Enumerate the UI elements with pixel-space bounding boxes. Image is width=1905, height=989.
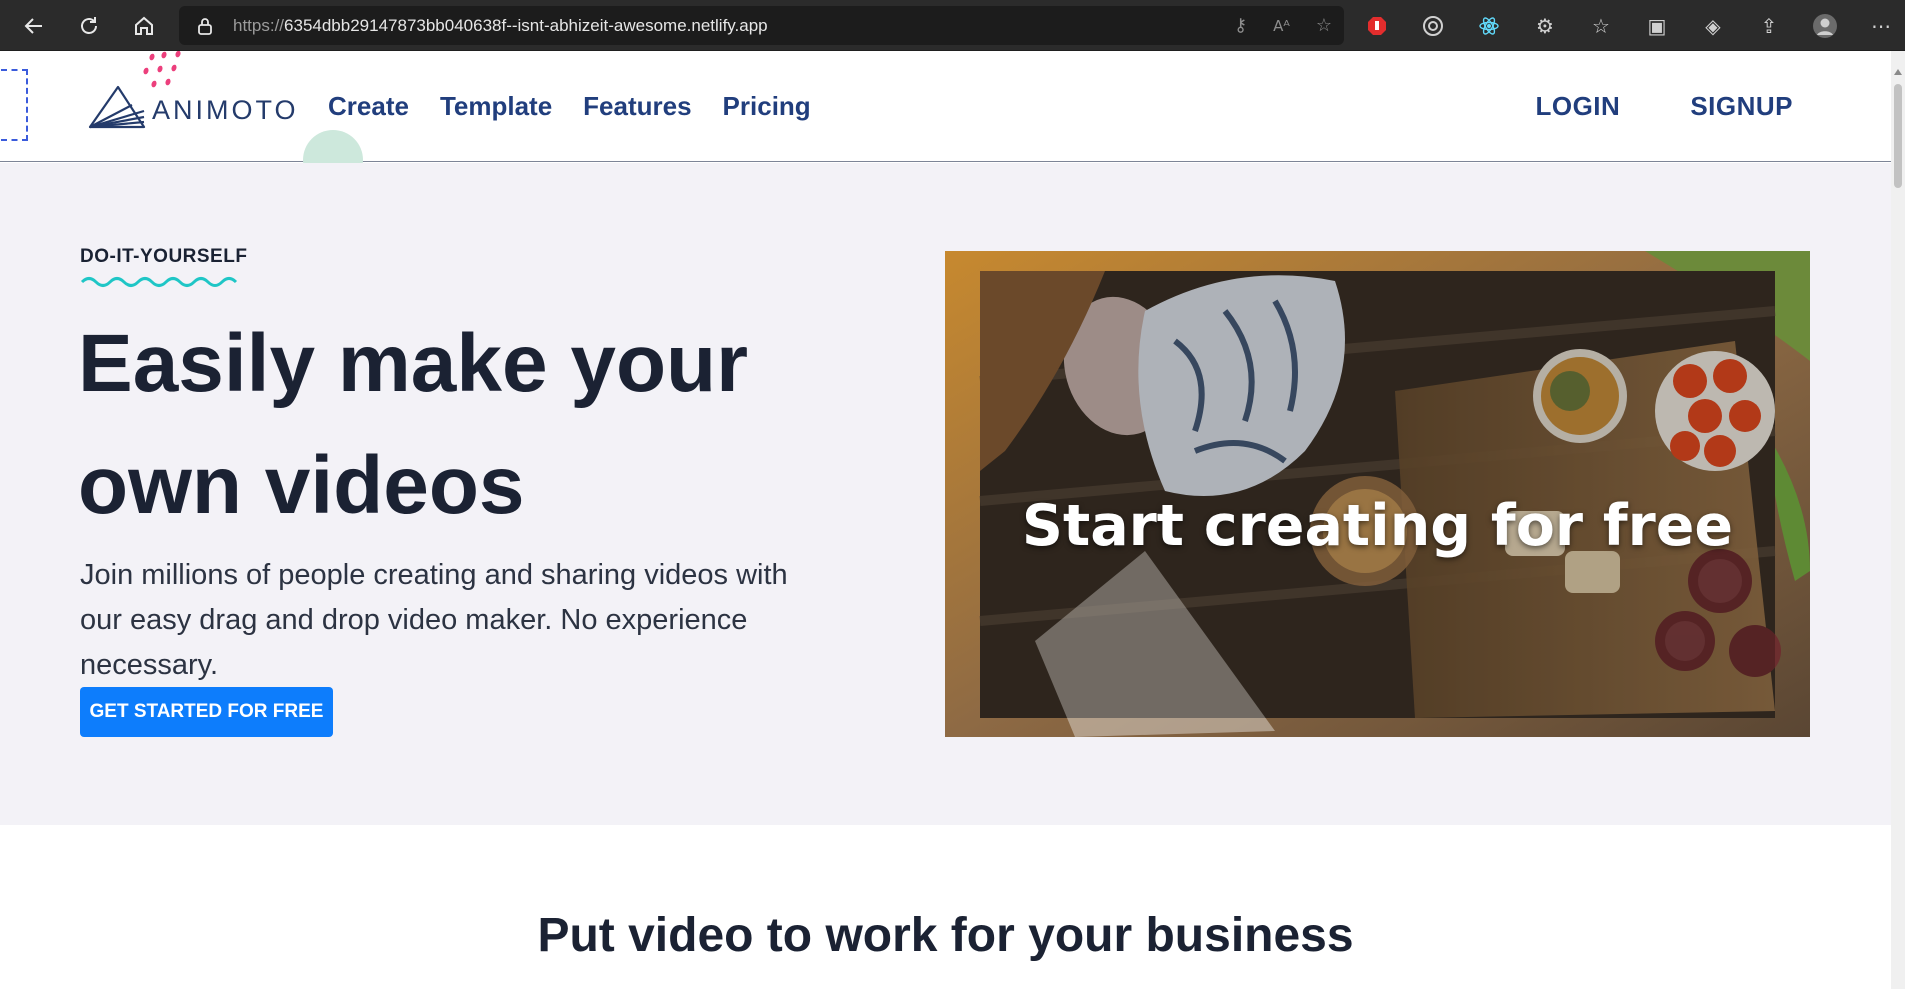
auth-nav: LOGIN SIGNUP [1535,91,1793,122]
scroll-up-arrow-icon[interactable] [1894,69,1902,75]
logo-icon [88,85,146,129]
animoto-logo[interactable]: ANIMOTO [88,81,299,131]
get-started-button[interactable]: GET STARTED FOR FREE [80,687,333,737]
home-icon [135,16,153,35]
read-aloud-icon[interactable]: Aᴬ [1273,17,1290,35]
hero-headline-line2: own videos [78,440,525,531]
hero-headline-line1: Easily make your [78,318,749,409]
adblock-icon[interactable] [1360,9,1394,43]
key-icon[interactable]: ⚷ [1234,15,1247,36]
nav-features[interactable]: Features [583,91,691,122]
address-bar[interactable]: https:// 6354dbb29147873bb040638f--isnt-… [179,6,1344,45]
profile-icon[interactable] [1808,9,1842,43]
hero-description: Join millions of people creating and sha… [80,559,788,681]
add-favorite-icon[interactable]: ☆ [1316,15,1332,36]
scrollbar-thumb[interactable] [1894,84,1902,188]
back-button[interactable] [17,9,51,43]
reload-icon [81,17,97,34]
signup-link[interactable]: SIGNUP [1690,91,1793,122]
collections-icon[interactable]: ▣ [1640,9,1674,43]
decorative-wave [80,277,238,287]
lock-icon [195,16,215,36]
more-icon[interactable]: ⋯ [1864,9,1898,43]
home-button[interactable] [127,9,161,43]
browser-toolbar: https:// 6354dbb29147873bb040638f--isnt-… [0,0,1905,51]
puzzle-icon[interactable]: ⚙ [1528,9,1562,43]
hero-section: DO-IT-YOURSELF Easily make your own vide… [0,163,1891,825]
nav-template[interactable]: Template [440,91,552,122]
url-host: 6354dbb29147873bb040638f--isnt-abhizeit-… [284,15,768,35]
hero-headline: Easily make your own videos [78,303,838,547]
nav-create[interactable]: Create [328,91,409,122]
performance-icon[interactable]: ◈ [1696,9,1730,43]
section-title: Put video to work for your business [537,909,1354,962]
login-link[interactable]: LOGIN [1535,91,1620,122]
hero-eyebrow: DO-IT-YOURSELF [80,246,248,267]
decorative-dashed-box [0,69,28,141]
video-caption: Start creating for free [1021,493,1734,559]
site-header: ANIMOTO Create Template Features Pricing… [0,51,1891,190]
target-icon[interactable] [1416,9,1450,43]
nav-pricing[interactable]: Pricing [723,91,811,122]
page: ANIMOTO Create Template Features Pricing… [0,51,1891,989]
react-devtools-icon[interactable] [1472,9,1506,43]
hero-video-preview[interactable]: Start creating for free [945,251,1810,737]
main-nav: Create Template Features Pricing [328,91,811,122]
page-scrollbar[interactable] [1891,51,1905,989]
share-icon[interactable]: ⇪ [1752,9,1786,43]
logo-text: ANIMOTO [152,94,299,125]
reload-button[interactable] [72,9,106,43]
url-protocol: https:// [233,15,285,35]
back-arrow-icon [24,18,42,34]
favorites-icon[interactable]: ☆ [1584,9,1618,43]
